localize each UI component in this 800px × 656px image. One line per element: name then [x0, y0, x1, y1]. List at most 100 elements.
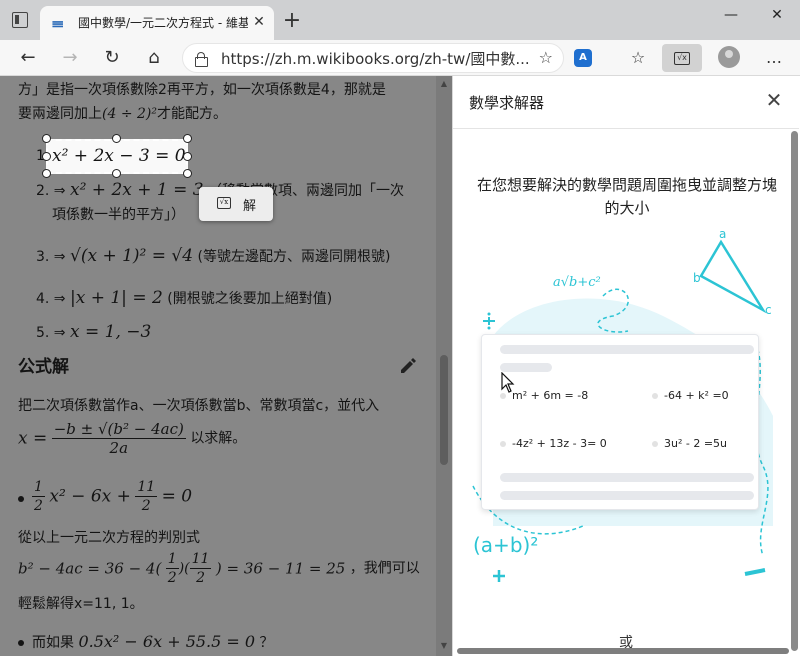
solve-label: 解: [243, 199, 257, 214]
example-equation: 3u² - 2 =5u: [664, 437, 728, 450]
bullet-dot: [652, 441, 658, 447]
refresh-button[interactable]: ↻: [98, 44, 126, 72]
pane-horizontal-scrollbar[interactable]: [457, 648, 789, 654]
resize-handle[interactable]: [183, 152, 192, 161]
denominator: 2: [196, 570, 205, 586]
resize-handle[interactable]: [183, 134, 192, 143]
example-equation: m² + 6m = -8: [512, 389, 589, 402]
instruction-text: 在您想要解決的數學問題周圍拖曳並調整方塊的大小: [477, 176, 778, 217]
step-number: 4. ⇒: [36, 291, 66, 307]
browser-tab[interactable]: 𝍢 國中數學/一元二次方程式 - 維基 ✕: [40, 6, 274, 40]
text-fragment: 才能配方。: [156, 106, 227, 122]
wikibooks-favicon-icon: 𝍢: [52, 15, 64, 31]
resize-handle[interactable]: [112, 169, 121, 178]
numerator: 11: [189, 551, 212, 569]
divider: [453, 128, 799, 129]
resize-handle[interactable]: [183, 169, 192, 178]
tab-title: 國中數學/一元二次方程式 - 維基: [78, 16, 248, 30]
triangle-label-a: a: [719, 227, 726, 241]
step-line: 5. ⇒ x = 1, −3: [36, 322, 151, 342]
triangle-label-c: c: [765, 303, 772, 317]
edit-pencil-icon[interactable]: [398, 356, 418, 376]
window-menu-icon[interactable]: [12, 12, 28, 28]
address-bar[interactable]: https://zh.m.wikibooks.org/zh-tw/國中數... …: [182, 43, 564, 73]
placeholder-bar: [500, 363, 552, 372]
step-math: √(x + 1)² = √4: [70, 246, 194, 266]
pane-close-icon[interactable]: ✕: [763, 89, 785, 111]
forward-button[interactable]: →: [56, 44, 84, 72]
numerator: 1: [32, 479, 45, 497]
profile-avatar[interactable]: [718, 46, 740, 68]
step-math: x = 1, −3: [70, 322, 152, 342]
section-heading: 公式解: [18, 357, 69, 377]
back-button[interactable]: ←: [14, 44, 42, 72]
bullet-dot: [18, 496, 24, 502]
toolbar: ← → ↻ ⌂ https://zh.m.wikibooks.org/zh-tw…: [0, 40, 800, 76]
resize-handle[interactable]: [42, 152, 51, 161]
scroll-down-arrow-icon[interactable]: ▼: [438, 640, 450, 652]
math-fragment: = 0: [161, 486, 193, 507]
paragraph-line: 輕鬆解得x=11, 1。: [18, 596, 144, 612]
placeholder-bar: [500, 491, 754, 500]
title-bar: 𝍢 國中數學/一元二次方程式 - 維基 ✕ + — ✕: [0, 0, 800, 40]
example-equation: -4z² + 13z - 3= 0: [512, 437, 607, 450]
step-number: 5. ⇒: [36, 325, 66, 341]
step-math: x² + 2x + 1 = 3: [70, 180, 204, 200]
lock-icon[interactable]: [195, 52, 208, 67]
denominator: 2: [167, 570, 177, 586]
formula-fraction: −b ± √(b² − 4ac) 2a: [51, 420, 186, 457]
formula-numerator: −b ± √(b² − 4ac): [51, 420, 186, 439]
translate-icon[interactable]: A: [574, 49, 592, 67]
page-content: 方」是指一次項係數除2再平方，如一次項係數是4，那就是 要兩邊同加上(4 ÷ 2…: [0, 76, 436, 656]
url-text[interactable]: https://zh.m.wikibooks.org/zh-tw/國中數...: [221, 50, 530, 68]
triangle-label-b: b: [693, 271, 701, 285]
formula-line: x = −b ± √(b² − 4ac) 2a 以求解。: [18, 420, 246, 468]
new-tab-button[interactable]: +: [280, 10, 304, 34]
page-scroll-thumb[interactable]: [440, 355, 448, 465]
more-menu-icon[interactable]: …: [760, 44, 788, 72]
favorites-icon[interactable]: ☆: [624, 44, 652, 72]
tab-close-icon[interactable]: ✕: [250, 13, 268, 31]
step-text: (等號左邊配方、兩邊同開根號): [197, 249, 391, 265]
step-number: 3. ⇒: [36, 249, 66, 265]
scroll-up-arrow-icon[interactable]: ▲: [438, 78, 450, 90]
math-solver-icon[interactable]: √x: [662, 44, 702, 72]
resize-handle[interactable]: [42, 169, 51, 178]
denominator: 2: [34, 498, 43, 514]
sqrt-doodle: a√b+c²: [553, 275, 601, 290]
mouse-cursor-icon: [501, 372, 515, 393]
math-solver-pane: 數學求解器 ✕ 在您想要解決的數學問題周圍拖曳並調整方塊的大小 a√b+c² a…: [452, 76, 800, 656]
resize-handle[interactable]: [112, 134, 121, 143]
step-text: 項係數一半的平方」）: [52, 207, 185, 223]
solve-popup-button[interactable]: √x 解: [199, 187, 273, 221]
paragraph-line: 把二次項係數當作a、一次項係數當b、常數項當c，並代入: [18, 398, 380, 414]
paragraph-line: 要兩邊同加上(4 ÷ 2)²才能配方。: [18, 104, 227, 124]
fraction: 11 2: [135, 478, 158, 515]
bullet-dot: [500, 441, 506, 447]
text-fragment: 以求解。: [190, 430, 247, 447]
math-fragment: b² − 4ac = 36 − 4(: [18, 559, 162, 578]
placeholder-bar: [500, 345, 754, 354]
step1-math: x² + 2x − 3 = 0: [52, 146, 186, 166]
math-fragment: (4 ÷ 2)²: [102, 106, 157, 122]
step-math: |x + 1| = 2: [70, 288, 163, 308]
denominator: 2: [141, 498, 151, 514]
step-text: (開根號之後要加上絕對值): [167, 291, 333, 307]
fraction: 1 2: [165, 550, 179, 587]
text-fragment: 而如果: [32, 635, 74, 651]
fraction: 11 2: [189, 550, 212, 587]
text-fragment: ？: [259, 635, 274, 651]
math-fragment: 0.5x² − 6x + 55.5 = 0: [78, 632, 256, 651]
close-window-button[interactable]: ✕: [754, 0, 800, 32]
fraction: 1 2: [32, 478, 45, 515]
home-button[interactable]: ⌂: [140, 44, 168, 72]
step-line: 4. ⇒ |x + 1| = 2 (開根號之後要加上絕對值): [36, 288, 332, 308]
placeholder-bar: [500, 473, 754, 482]
bullet-dot: [652, 393, 658, 399]
resize-handle[interactable]: [42, 134, 51, 143]
add-favorite-icon[interactable]: ☆: [539, 49, 553, 67]
math-solver-icon: √x: [217, 197, 231, 209]
paragraph-line: 方」是指一次項係數除2再平方，如一次項係數是4，那就是: [18, 82, 386, 98]
paragraph-line: 從以上一元二次方程的判別式: [18, 530, 200, 546]
maximize-button[interactable]: [712, 0, 758, 32]
